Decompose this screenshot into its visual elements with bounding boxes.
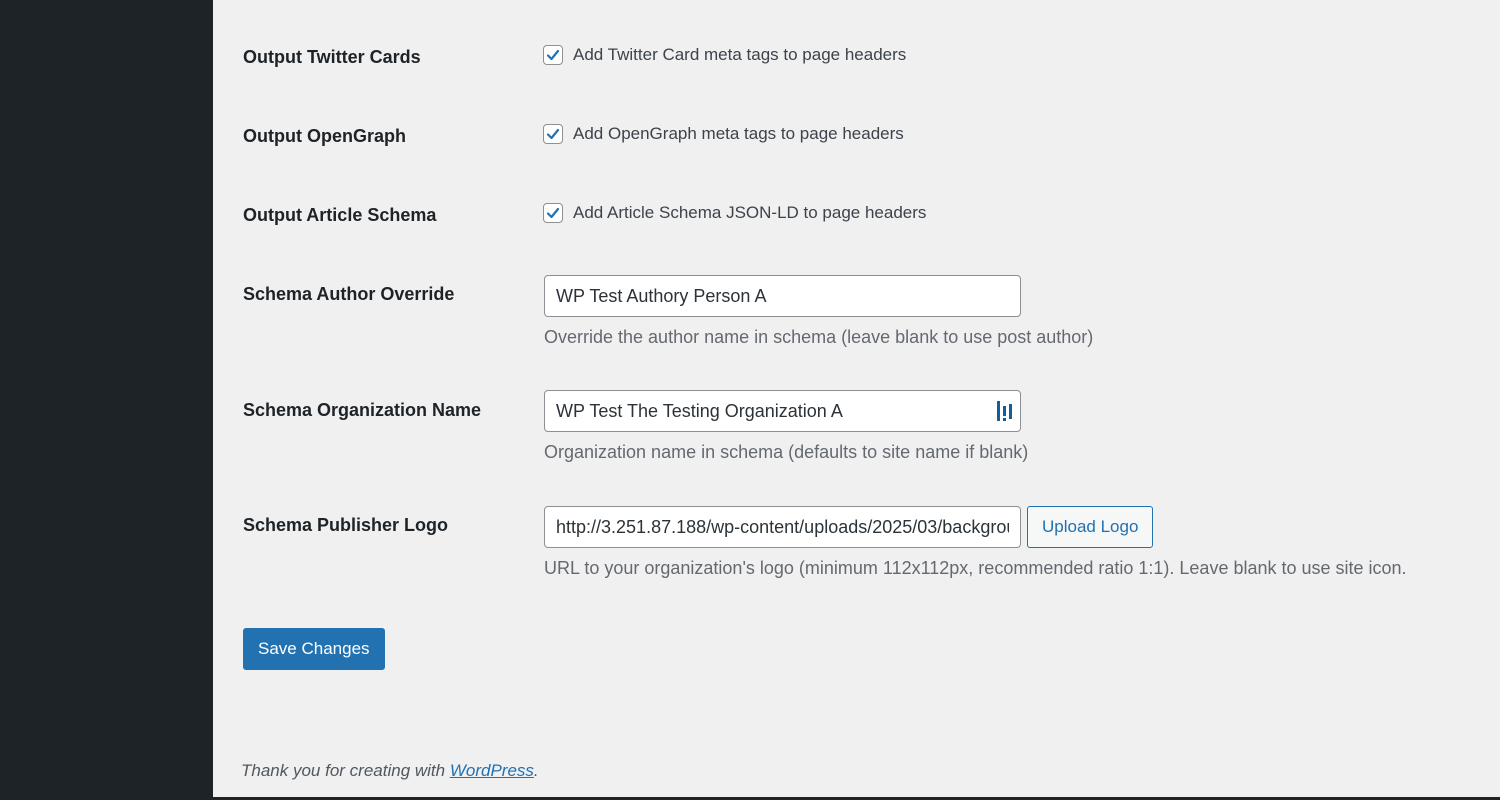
article-schema-checkbox[interactable] [543,203,563,223]
org-name-description: Organization name in schema (defaults to… [544,442,1029,462]
opengraph-checkbox-label: Add OpenGraph meta tags to page headers [573,124,904,143]
author-override-description: Override the author name in schema (leav… [544,327,1094,347]
admin-sidebar [0,0,213,800]
footer-text: Thank you for creating with [241,761,450,780]
author-override-label: Schema Author Override [243,284,455,304]
author-override-input[interactable] [544,275,1021,317]
twitter-cards-checkbox-label: Add Twitter Card meta tags to page heade… [573,45,907,64]
org-name-field: Organization name in schema (defaults to… [544,390,1028,463]
publisher-logo-field: Upload Logo URL to your organization's l… [544,506,1407,579]
checkmark-icon [546,128,560,140]
org-name-input-wrap [544,390,1021,432]
twitter-cards-option[interactable]: Add Twitter Card meta tags to page heade… [543,45,906,65]
twitter-cards-checkbox[interactable] [543,45,563,65]
author-override-field: Override the author name in schema (leav… [544,275,1093,348]
article-schema-option[interactable]: Add Article Schema JSON-LD to page heade… [543,203,926,223]
checkmark-icon [546,207,560,219]
footer-suffix: . [533,761,539,780]
checkmark-icon [546,49,560,61]
password-manager-icon[interactable] [995,400,1015,422]
opengraph-checkbox[interactable] [543,124,563,144]
org-name-input[interactable] [544,390,1021,432]
article-schema-label: Output Article Schema [243,205,437,225]
org-name-label: Schema Organization Name [243,400,482,420]
upload-logo-button[interactable]: Upload Logo [1027,506,1154,548]
save-changes-button[interactable]: Save Changes [243,628,385,670]
twitter-cards-label: Output Twitter Cards [243,47,421,67]
opengraph-label: Output OpenGraph [243,126,406,146]
publisher-logo-url-input[interactable] [544,506,1021,548]
opengraph-option[interactable]: Add OpenGraph meta tags to page headers [543,124,904,144]
admin-footer: Thank you for creating with WordPress. [241,761,539,781]
article-schema-checkbox-label: Add Article Schema JSON-LD to page heade… [573,203,927,222]
publisher-logo-controls: Upload Logo [544,506,1407,548]
wordpress-link[interactable]: WordPress [450,761,534,780]
publisher-logo-label: Schema Publisher Logo [243,515,449,535]
settings-content: Output Twitter Cards Add Twitter Card me… [213,0,1500,800]
publisher-logo-description: URL to your organization's logo (minimum… [544,558,1407,578]
